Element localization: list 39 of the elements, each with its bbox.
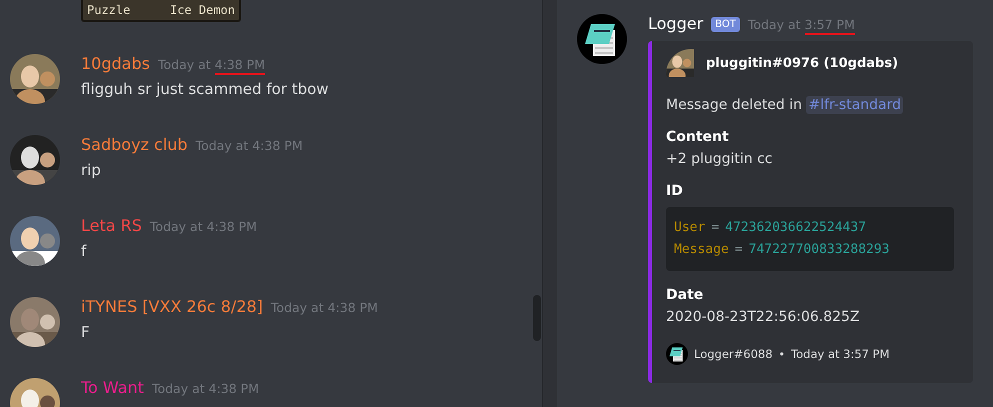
timestamp: Today at 4:38 PM [150, 218, 257, 236]
username[interactable]: iTYNES [VXX 26c 8/28] [81, 297, 263, 316]
code-value: 472362036622524437 [725, 219, 866, 237]
embed-author: pluggitin#0976 (10gdabs) [706, 56, 898, 70]
game-label: Puzzle [87, 3, 130, 17]
code-key: Message [674, 239, 729, 261]
username[interactable]: Sadboyz club [81, 135, 188, 154]
username[interactable]: To Want [81, 378, 144, 397]
message-text: rip [81, 161, 102, 179]
timestamp: Today at 4:38 PM [158, 55, 266, 75]
footer-separator: • [778, 348, 786, 360]
code-operator: = [734, 241, 743, 259]
field-value: +2 pluggitin cc [666, 151, 774, 167]
channel-link[interactable]: #lfr-standard [806, 96, 904, 114]
timestamp: Today at 4:38 PM [152, 380, 259, 398]
message-text: F [81, 323, 91, 341]
footer-time: Today at 3:57 PM [791, 347, 890, 361]
scrollbar-thumb[interactable] [533, 295, 541, 341]
bot-badge: BOT [711, 17, 740, 32]
field-name: Date [666, 287, 704, 303]
field-name: ID [666, 183, 684, 199]
timestamp: Today at 4:38 PM [196, 137, 303, 155]
username[interactable]: Logger [648, 14, 704, 33]
field-name: Content [666, 129, 730, 145]
code-value: 747227700833288293 [748, 241, 890, 259]
notepad-icon [577, 14, 627, 64]
username[interactable]: 10gdabs [81, 54, 150, 73]
field-value: 2020-08-23T22:56:06.825Z [666, 309, 861, 325]
message-text: f [81, 242, 88, 260]
timestamp: Today at 3:57 PM [748, 15, 855, 35]
notepad-icon [666, 343, 688, 365]
footer-name: Logger#6088 [694, 347, 773, 361]
username[interactable]: Leta RS [81, 216, 142, 235]
code-key: User [674, 217, 706, 239]
code-operator: = [711, 219, 720, 237]
timestamp: Today at 4:38 PM [270, 299, 378, 317]
message-text: fligguh sr just scammed for tbow [81, 80, 329, 98]
embed-description: Message deleted in #lfr-standard [666, 97, 904, 113]
game-label: Ice Demon [170, 3, 235, 17]
